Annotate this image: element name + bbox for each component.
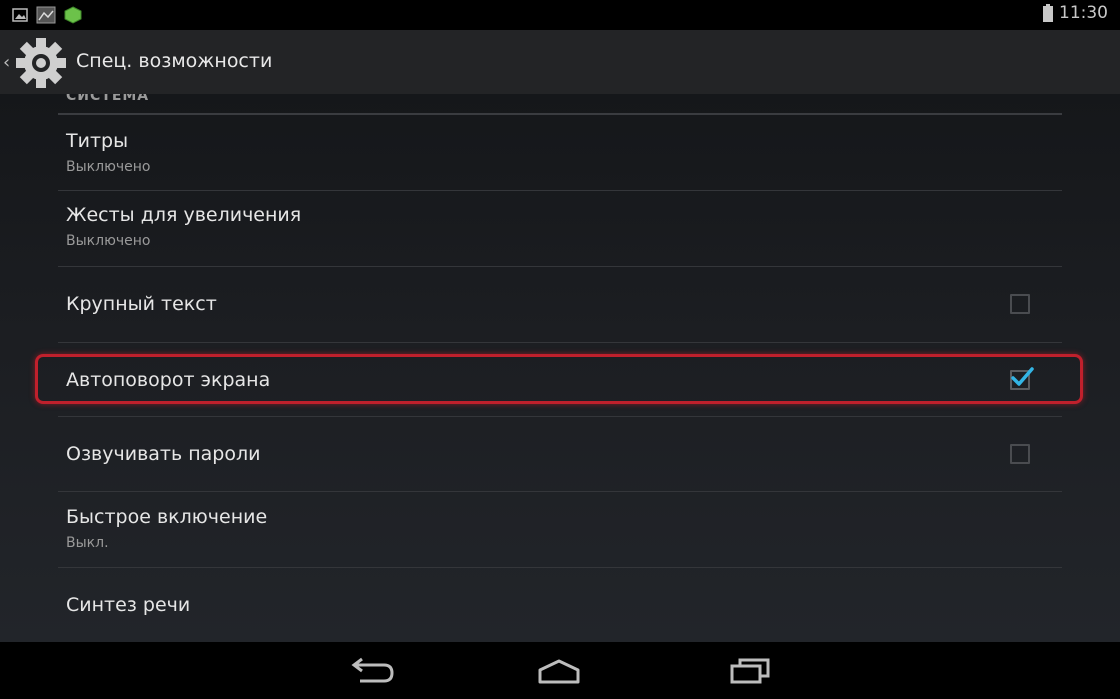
home-icon[interactable] [534, 656, 584, 686]
setting-captions[interactable]: Титры Выключено [58, 115, 1062, 190]
page-title: Спец. возможности [76, 50, 273, 72]
settings-list: СИСТЕМА Титры Выключено Жесты для увелич… [0, 94, 1120, 642]
setting-tts[interactable]: Синтез речи [58, 568, 1062, 642]
setting-summary: Выкл. [66, 535, 109, 551]
up-caret-icon[interactable]: ‹ [3, 52, 10, 73]
back-icon[interactable] [346, 656, 396, 686]
setting-accessibility-shortcut[interactable]: Быстрое включение Выкл. [58, 492, 1062, 567]
setting-large-text[interactable]: Крупный текст [58, 267, 1062, 342]
clock: 11:30 [1059, 3, 1108, 23]
setting-summary: Выключено [66, 233, 151, 249]
setting-title: Синтез речи [66, 594, 191, 616]
settings-gear-icon[interactable] [14, 36, 68, 90]
setting-title: Озвучивать пароли [66, 443, 261, 465]
setting-title: Крупный текст [66, 293, 217, 315]
battery-icon [1043, 4, 1053, 22]
setting-summary: Выключено [66, 159, 151, 175]
speak-passwords-checkbox[interactable] [1010, 444, 1030, 464]
section-header: СИСТЕМА [66, 94, 150, 104]
status-bar: 11:30 [0, 0, 1120, 30]
navigation-bar [0, 642, 1120, 699]
picture-icon [12, 8, 28, 22]
recents-icon[interactable] [726, 656, 776, 686]
app-notification-icon [64, 6, 82, 24]
action-bar: ‹ Спец. возможности [0, 30, 1120, 94]
large-text-checkbox[interactable] [1010, 294, 1030, 314]
highlight-frame [35, 354, 1083, 404]
setting-title: Быстрое включение [66, 506, 268, 528]
image-notification-icon [36, 6, 56, 24]
setting-speak-passwords[interactable]: Озвучивать пароли [58, 417, 1062, 491]
setting-title: Титры [66, 130, 129, 152]
setting-magnification-gestures[interactable]: Жесты для увеличения Выключено [58, 191, 1062, 266]
setting-title: Жесты для увеличения [66, 204, 302, 226]
